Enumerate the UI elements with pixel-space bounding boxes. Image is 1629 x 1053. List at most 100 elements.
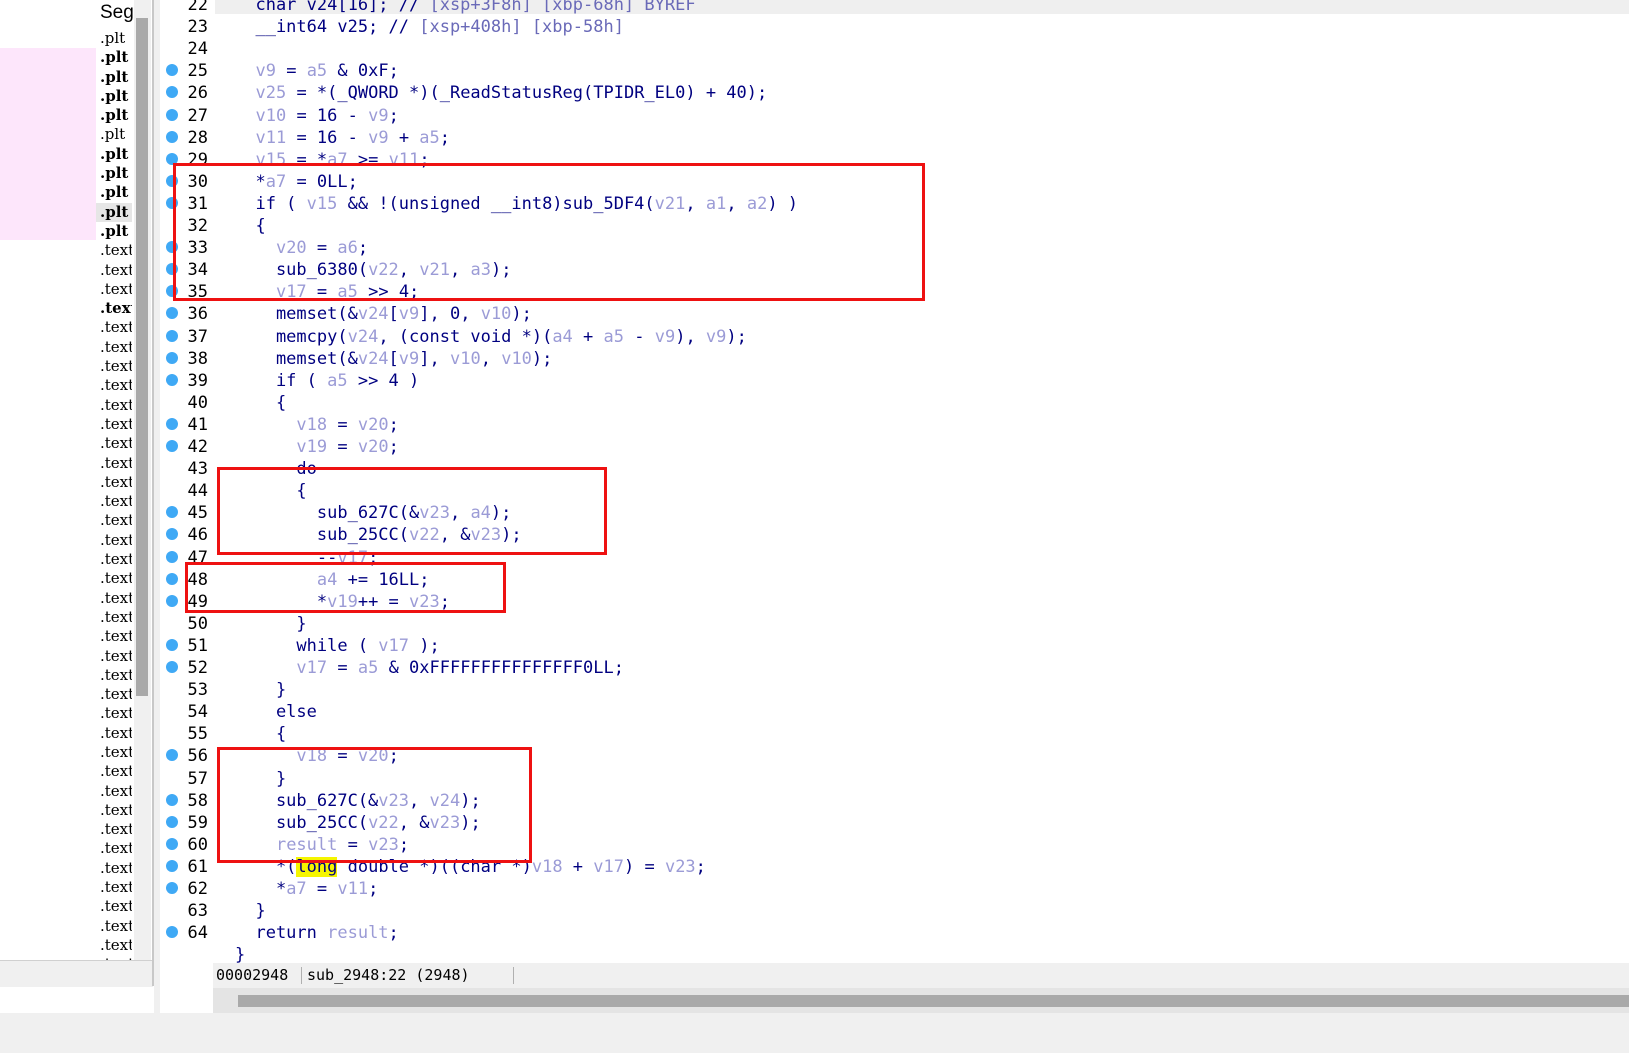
- code-token[interactable]: , &: [440, 525, 471, 545]
- segment-item[interactable]: .text: [96, 859, 132, 878]
- breakpoint-dot-icon[interactable]: [166, 152, 178, 165]
- code-text[interactable]: v20 = a6;: [235, 237, 368, 259]
- code-variable[interactable]: v9: [655, 327, 675, 347]
- code-token[interactable]: ,: [450, 503, 470, 523]
- code-token[interactable]: [235, 83, 255, 103]
- code-token[interactable]: if (: [235, 371, 327, 391]
- code-variable[interactable]: a5: [358, 658, 378, 678]
- code-variable[interactable]: v23: [419, 503, 450, 523]
- code-text[interactable]: memset(&v24[v9], v10, v10);: [235, 348, 552, 370]
- segment-item[interactable]: .text: [96, 569, 132, 588]
- segment-item[interactable]: .text: [96, 820, 132, 839]
- code-variable[interactable]: v23: [409, 592, 440, 612]
- breakpoint-dot-icon[interactable]: [166, 108, 178, 121]
- code-token[interactable]: ;: [389, 923, 399, 943]
- code-token[interactable]: && !(unsigned __int8)sub_5DF4(: [337, 194, 655, 214]
- breakpoint-dot-icon[interactable]: [166, 594, 178, 607]
- code-text[interactable]: sub_25CC(v22, &v23);: [235, 812, 481, 834]
- code-variable[interactable]: v11: [389, 150, 420, 170]
- code-token[interactable]: );: [532, 349, 552, 369]
- code-line[interactable]: 32 {: [160, 215, 1629, 237]
- code-text[interactable]: char v24[16]; // [xsp+3F8h] [xbp-68h] BY…: [235, 0, 695, 16]
- code-token[interactable]: ],: [419, 349, 450, 369]
- code-variable[interactable]: v23: [378, 791, 409, 811]
- code-text[interactable]: sub_6380(v22, v21, a3);: [235, 259, 512, 281]
- segment-item[interactable]: .text: [96, 782, 132, 801]
- code-line[interactable]: 52 v17 = a5 & 0xFFFFFFFFFFFFFFF0LL;: [160, 657, 1629, 679]
- code-variable[interactable]: v17: [378, 636, 409, 656]
- code-text[interactable]: sub_627C(&v23, a4);: [235, 502, 512, 524]
- breakpoint-dot-icon[interactable]: [166, 882, 178, 894]
- code-text[interactable]: memset(&v24[v9], 0, v10);: [235, 303, 532, 325]
- segment-item[interactable]: .plt: [96, 87, 132, 106]
- code-text[interactable]: v11 = 16 - v9 + a5;: [235, 127, 450, 149]
- code-token[interactable]: while (: [235, 636, 378, 656]
- code-text[interactable]: if ( v15 && !(unsigned __int8)sub_5DF4(v…: [235, 193, 798, 215]
- code-line[interactable]: 47 --v17;: [160, 547, 1629, 569]
- horizontal-scrollbar-thumb[interactable]: [238, 995, 1629, 1007]
- code-line[interactable]: 44 {: [160, 480, 1629, 502]
- segment-item[interactable]: .plt: [96, 164, 132, 183]
- segment-item[interactable]: .text: [96, 473, 132, 492]
- code-variable[interactable]: v17: [276, 282, 307, 302]
- code-variable[interactable]: v24: [430, 791, 461, 811]
- code-token[interactable]: );: [491, 260, 511, 280]
- code-token[interactable]: [235, 415, 296, 435]
- breakpoint-dot-icon[interactable]: [166, 837, 178, 850]
- segment-item[interactable]: .text: [96, 241, 132, 260]
- code-line[interactable]: 36 memset(&v24[v9], 0, v10);: [160, 303, 1629, 325]
- code-line[interactable]: 58 sub_627C(&v23, v24);: [160, 790, 1629, 812]
- breakpoint-dot-icon[interactable]: [166, 64, 178, 77]
- code-token[interactable]: =: [327, 746, 358, 766]
- code-token[interactable]: [235, 658, 296, 678]
- segment-item[interactable]: .plt: [96, 145, 132, 164]
- code-token[interactable]: ;: [389, 415, 399, 435]
- segment-item[interactable]: .text: [96, 762, 132, 781]
- breakpoint-dot-icon[interactable]: [166, 373, 178, 386]
- code-token[interactable]: ;: [696, 857, 706, 877]
- code-token[interactable]: [235, 282, 276, 302]
- code-line[interactable]: 56 v18 = v20;: [160, 745, 1629, 767]
- code-variable[interactable]: a6: [337, 238, 357, 258]
- code-line[interactable]: 55 {: [160, 723, 1629, 745]
- code-line[interactable]: 23 __int64 v25; // [xsp+408h] [xbp-58h]: [160, 16, 1629, 38]
- segment-item[interactable]: .text: [96, 936, 132, 955]
- code-variable[interactable]: result: [276, 835, 337, 855]
- code-token[interactable]: );: [460, 791, 480, 811]
- code-variable[interactable]: v20: [358, 437, 389, 457]
- code-line[interactable]: 45 sub_627C(&v23, a4);: [160, 502, 1629, 524]
- code-token[interactable]: [235, 570, 317, 590]
- code-line[interactable]: 29 v15 = *a7 >= v11;: [160, 149, 1629, 171]
- code-variable[interactable]: a5: [604, 327, 624, 347]
- code-token[interactable]: & 0xF;: [327, 61, 398, 81]
- code-line[interactable]: 61 *(long double *)((char *)v18 + v17) =…: [160, 856, 1629, 878]
- code-token[interactable]: sub_627C(&: [235, 791, 378, 811]
- code-token[interactable]: =: [307, 879, 338, 899]
- code-variable[interactable]: v21: [419, 260, 450, 280]
- code-variable[interactable]: v11: [337, 879, 368, 899]
- code-variable[interactable]: v23: [470, 525, 501, 545]
- breakpoint-dot-icon[interactable]: [166, 572, 178, 585]
- code-token[interactable]: {: [235, 724, 286, 744]
- breakpoint-dot-icon[interactable]: [166, 329, 178, 342]
- code-variable[interactable]: a5: [327, 371, 347, 391]
- code-variable[interactable]: v23: [368, 835, 399, 855]
- code-token[interactable]: [: [389, 349, 399, 369]
- code-token[interactable]: =: [337, 835, 368, 855]
- code-text[interactable]: v17 = a5 & 0xFFFFFFFFFFFFFFF0LL;: [235, 657, 624, 679]
- code-token[interactable]: +: [563, 857, 594, 877]
- code-token[interactable]: [235, 128, 255, 148]
- code-token[interactable]: }: [235, 901, 265, 921]
- code-token[interactable]: ], 0,: [419, 304, 480, 324]
- code-variable[interactable]: v9: [706, 327, 726, 347]
- code-token[interactable]: memcpy(: [235, 327, 348, 347]
- code-variable[interactable]: v18: [296, 746, 327, 766]
- code-token[interactable]: >=: [348, 150, 389, 170]
- code-token[interactable]: >> 4;: [358, 282, 419, 302]
- code-token[interactable]: do: [235, 459, 316, 479]
- segment-item[interactable]: .text: [96, 627, 132, 646]
- code-token[interactable]: +: [389, 128, 420, 148]
- code-variable[interactable]: a4: [470, 503, 490, 523]
- segment-item[interactable]: .text: [96, 801, 132, 820]
- code-line[interactable]: 40 {: [160, 392, 1629, 414]
